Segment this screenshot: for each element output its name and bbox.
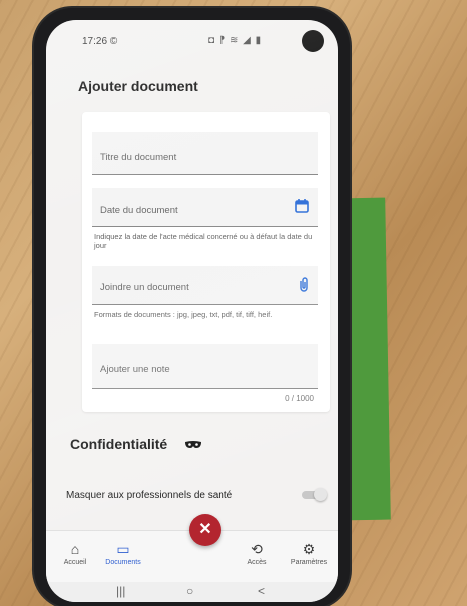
nav-label: Paramètres bbox=[290, 559, 328, 566]
nav-item-parametres[interactable]: ⚙ Paramètres bbox=[284, 541, 334, 566]
status-bar: 17:26 © ◘ ⁋ ≋ ◢ ▮ bbox=[46, 20, 338, 52]
date-field-placeholder: Date du document bbox=[100, 205, 178, 216]
gear-icon: ⚙ bbox=[302, 541, 316, 557]
note-field[interactable]: Ajouter une note bbox=[92, 344, 318, 389]
attach-field-placeholder: Joindre un document bbox=[100, 282, 189, 293]
status-time: 17:26 © bbox=[82, 36, 118, 47]
privacy-section-title: Confidentialité bbox=[70, 436, 168, 452]
page-title: Ajouter document bbox=[78, 78, 198, 94]
recents-button[interactable]: ||| bbox=[116, 584, 125, 598]
note-character-counter: 0 / 1000 bbox=[285, 394, 314, 403]
phone-frame: 17:26 © ◘ ⁋ ≋ ◢ ▮ Ajouter document Titre… bbox=[34, 8, 350, 606]
hide-from-professionals-toggle[interactable] bbox=[298, 488, 327, 502]
date-helper-text: Indiquez la date de l'acte médical conce… bbox=[94, 232, 313, 250]
nav-item-accueil[interactable]: ⌂ Accueil bbox=[50, 541, 100, 566]
title-field[interactable]: Titre du document bbox=[92, 132, 318, 175]
status-icons: ◘ ⁋ ≋ ◢ ▮ bbox=[208, 35, 263, 46]
system-navigation-bar: ||| ○ < bbox=[46, 582, 338, 602]
hide-from-professionals-label: Masquer aux professionnels de santé bbox=[66, 490, 233, 501]
paperclip-icon[interactable] bbox=[298, 276, 310, 295]
toggle-thumb bbox=[314, 488, 327, 501]
nav-item-documents[interactable]: ▭ Documents bbox=[98, 541, 148, 566]
camera-hole bbox=[302, 30, 324, 52]
home-button[interactable]: ○ bbox=[186, 584, 193, 598]
document-form: Titre du document Date du document Indiq… bbox=[82, 112, 330, 412]
close-icon: ✕ bbox=[198, 521, 212, 538]
attach-field[interactable]: Joindre un document bbox=[92, 266, 318, 305]
nav-label: Documents bbox=[105, 559, 141, 566]
nav-item-acces[interactable]: ⟲ Accès bbox=[232, 541, 282, 566]
date-field[interactable]: Date du document bbox=[92, 188, 318, 227]
whatsapp-icon: © bbox=[109, 36, 118, 47]
app-screen: 17:26 © ◘ ⁋ ≋ ◢ ▮ Ajouter document Titre… bbox=[46, 20, 338, 602]
history-icon: ⟲ bbox=[251, 541, 263, 557]
mask-icon bbox=[185, 441, 201, 448]
folder-icon: ▭ bbox=[116, 541, 130, 557]
note-field-placeholder: Ajouter une note bbox=[100, 364, 170, 375]
nav-label: Accueil bbox=[63, 559, 87, 566]
attach-helper-text: Formats de documents : jpg, jpeg, txt, p… bbox=[94, 310, 273, 319]
nav-label: Accès bbox=[247, 559, 267, 566]
home-icon: ⌂ bbox=[70, 541, 80, 557]
back-button[interactable]: < bbox=[258, 584, 265, 598]
close-button[interactable]: ✕ bbox=[189, 514, 221, 546]
title-field-placeholder: Titre du document bbox=[100, 152, 177, 163]
calendar-icon[interactable] bbox=[294, 198, 310, 217]
